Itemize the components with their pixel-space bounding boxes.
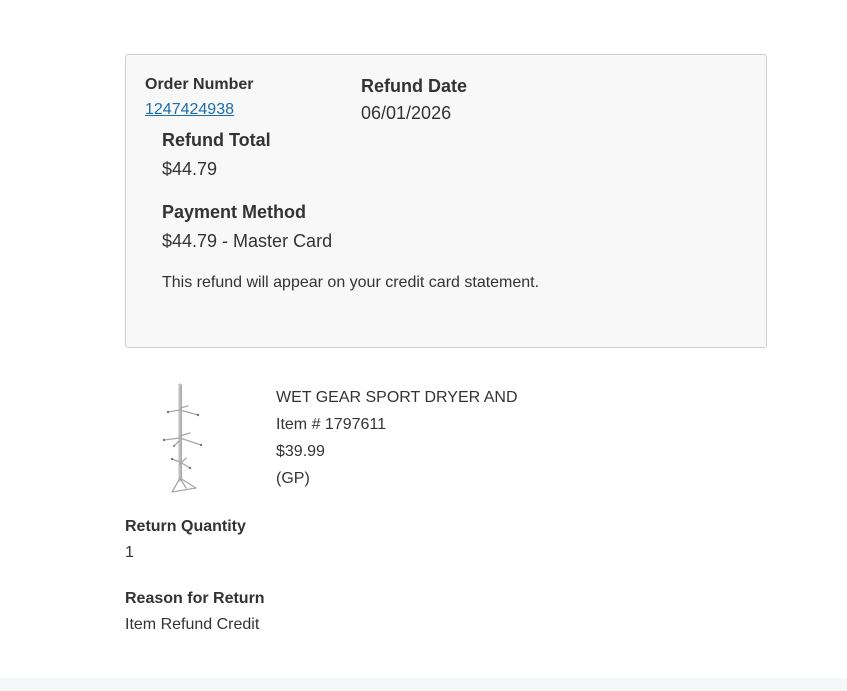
return-reason-block: Reason for Return Item Refund Credit [125,590,265,634]
payment-method-label: Payment Method [162,202,307,222]
refund-date-label: Refund Date [361,76,468,96]
return-quantity-value: 1 [125,544,134,561]
product-item-number: Item # 1797611 [276,416,387,433]
order-number-block: Order Number 1247424938 [145,76,253,119]
payment-method-value: $44.79 - Master Card [162,231,333,251]
refund-note: This refund will appear on your credit c… [162,274,540,291]
refund-date-value: 06/01/2026 [361,103,452,123]
product-price: $39.99 [276,443,325,460]
order-number-label: Order Number [145,76,254,93]
return-reason-label: Reason for Return [125,590,265,607]
return-reason-value: Item Refund Credit [125,616,260,633]
product-name: WET GEAR SPORT DRYER AND [276,389,518,406]
refund-summary-card: Order Number 1247424938 Refund Date 06/0… [125,54,767,348]
refund-total-block: Refund Total $44.79 [162,130,271,180]
payment-method-block: Payment Method $44.79 - Master Card [162,202,332,252]
refund-total-label: Refund Total [162,130,271,150]
refund-total-value: $44.79 [162,159,218,179]
order-number-link[interactable]: 1247424938 [145,101,253,119]
product-tag: (GP) [276,470,310,487]
footer-strip [0,678,847,691]
sport-dryer-rack-image [162,383,203,493]
product-info: WET GEAR SPORT DRYER AND Item # 1797611 … [276,388,518,496]
return-quantity-block: Return Quantity 1 [125,518,246,562]
return-quantity-label: Return Quantity [125,518,246,535]
refund-date-block: Refund Date 06/01/2026 [361,76,467,124]
